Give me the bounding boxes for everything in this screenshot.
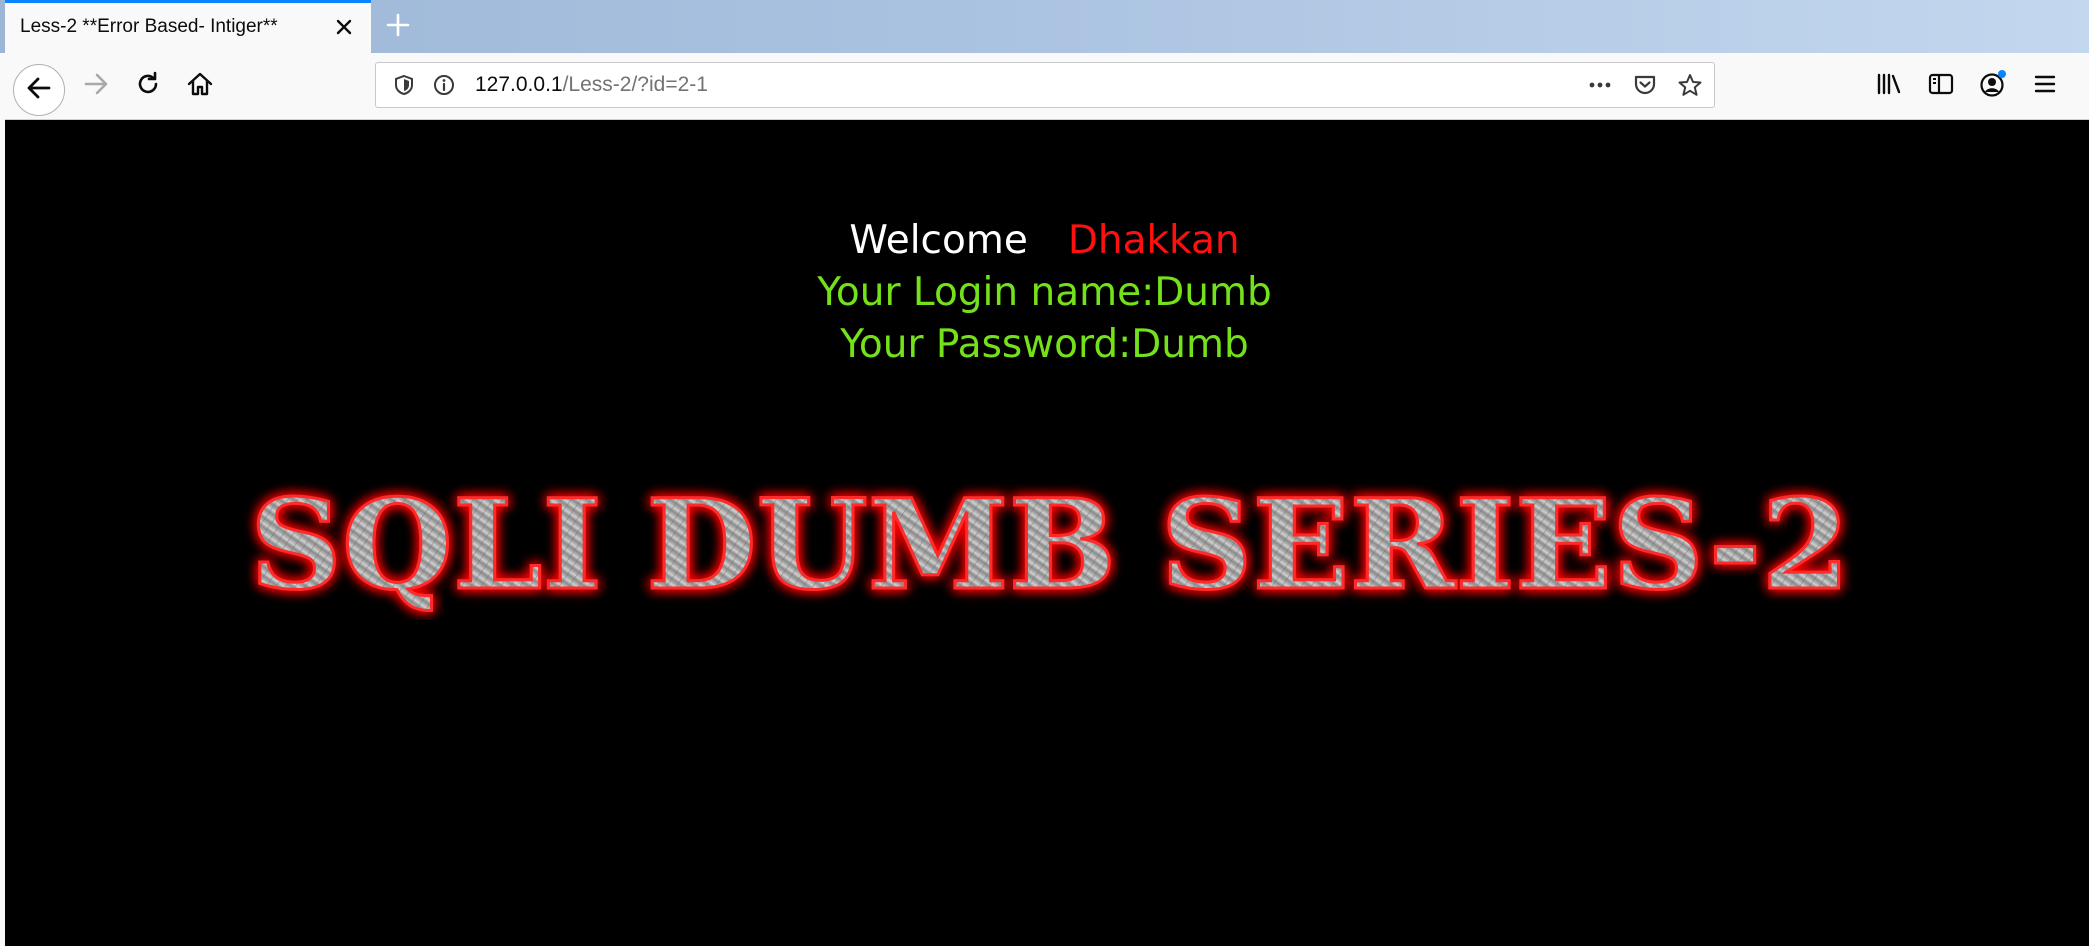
account-button[interactable]: [1971, 64, 2015, 108]
url-path: /Less-2/?id=2-1: [562, 73, 708, 96]
info-icon[interactable]: [430, 71, 458, 99]
url-bar[interactable]: 127.0.0.1/Less-2/?id=2-1: [375, 62, 1715, 108]
url-host: 127.0.0.1: [475, 73, 563, 96]
tab-strip: Less-2 **Error Based- Intiger**: [0, 0, 2089, 53]
password-line: Your Password:Dumb: [840, 322, 1249, 367]
welcome-block: Welcome Dhakkan Your Login name:Dumb Your…: [0, 215, 2089, 371]
forward-arrow-icon: [81, 69, 111, 103]
window-edge: [0, 0, 5, 946]
welcome-name: Dhakkan: [1067, 218, 1240, 263]
navigation-bar: 127.0.0.1/Less-2/?id=2-1: [5, 53, 2089, 120]
home-icon: [185, 69, 215, 103]
library-button[interactable]: [1867, 64, 1911, 108]
welcome-line: Welcome Dhakkan: [0, 215, 2089, 267]
sidebar-button[interactable]: [1919, 64, 1963, 108]
tab-title: Less-2 **Error Based- Intiger**: [20, 16, 278, 37]
back-button[interactable]: [13, 64, 65, 116]
url-text[interactable]: 127.0.0.1/Less-2/?id=2-1: [475, 73, 708, 97]
back-arrow-icon: [24, 73, 54, 107]
banner-text: SQLI DUMB SERIES-2: [250, 473, 1850, 618]
welcome-label: Welcome: [849, 218, 1028, 263]
account-icon: [1977, 68, 2009, 104]
library-icon: [1874, 69, 1904, 103]
pocket-icon[interactable]: [1631, 71, 1659, 99]
forward-button[interactable]: [74, 64, 118, 108]
more-icon[interactable]: [1586, 71, 1614, 99]
series-banner: SQLI DUMB SERIES-2: [249, 472, 1852, 620]
close-icon[interactable]: [331, 14, 357, 40]
star-icon[interactable]: [1676, 71, 1704, 99]
menu-icon: [2030, 69, 2060, 103]
login-name-line: Your Login name:Dumb: [817, 270, 1272, 315]
reload-icon: [133, 69, 163, 103]
plus-icon[interactable]: [382, 9, 414, 41]
reload-button[interactable]: [126, 64, 170, 108]
menu-button[interactable]: [2023, 64, 2067, 108]
active-tab[interactable]: Less-2 **Error Based- Intiger**: [5, 0, 371, 53]
home-button[interactable]: [178, 64, 222, 108]
shield-icon[interactable]: [390, 71, 418, 99]
sidebar-icon: [1926, 69, 1956, 103]
